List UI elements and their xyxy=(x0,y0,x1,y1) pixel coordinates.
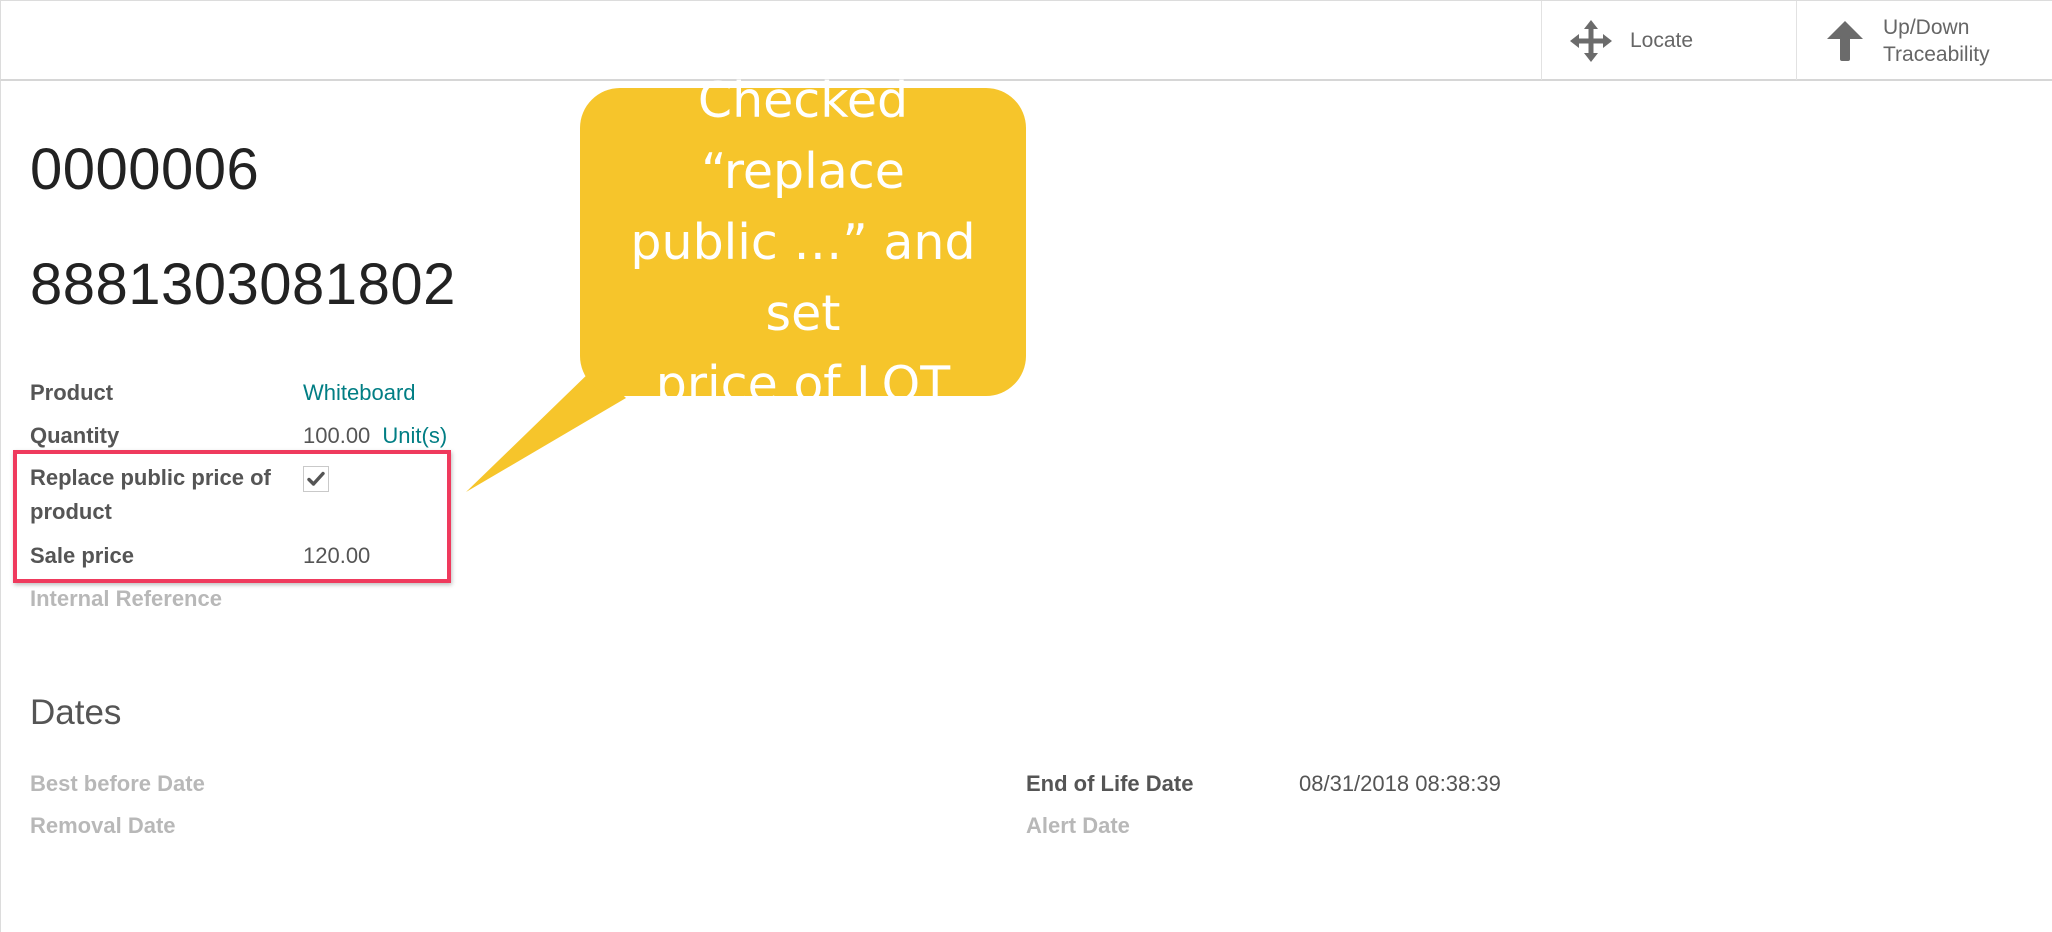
arrow-up-icon xyxy=(1827,20,1863,61)
end-of-life-date-label: End of Life Date xyxy=(1026,771,1194,796)
traceability-label: Up/Down Traceability xyxy=(1883,14,1990,68)
button-box: Locate Up/Down Traceability xyxy=(0,0,2052,81)
locate-button[interactable]: Locate xyxy=(1541,1,1797,80)
removal-date-field[interactable] xyxy=(303,809,703,843)
internal-reference-field[interactable] xyxy=(303,582,703,616)
move-arrows-icon xyxy=(1570,19,1612,62)
product-label: Product xyxy=(30,380,114,405)
lot-serial-number: 0000006 xyxy=(30,137,260,202)
alert-date-field[interactable] xyxy=(1299,809,1699,843)
quantity-unit-link[interactable]: Unit(s) xyxy=(382,423,447,448)
annotation-line3: price of LOT xyxy=(655,355,951,413)
quantity-label: Quantity xyxy=(30,423,120,448)
traceability-label-line1: Up/Down xyxy=(1883,15,1970,39)
highlight-frame xyxy=(13,450,451,583)
alert-date-label: Alert Date xyxy=(1026,813,1130,838)
up-down-traceability-button[interactable]: Up/Down Traceability xyxy=(1796,1,2052,80)
annotation-line1: Checked “replace xyxy=(697,71,909,200)
removal-date-label: Removal Date xyxy=(30,813,176,838)
quantity-value: 100.00 xyxy=(303,423,371,448)
traceability-label-line2: Traceability xyxy=(1883,42,1990,66)
internal-reference-label: Internal Reference xyxy=(30,586,222,611)
end-of-life-date-value[interactable]: 08/31/2018 08:38:39 xyxy=(1299,767,1501,801)
sheet-left-border xyxy=(0,81,1,932)
best-before-date-label: Best before Date xyxy=(30,771,205,796)
best-before-date-field[interactable] xyxy=(303,767,703,801)
quantity-value-group: 100.00 Unit(s) xyxy=(303,419,447,453)
dates-section-title: Dates xyxy=(30,693,122,732)
annotation-line2: public …” and set xyxy=(630,213,976,342)
lot-form-page: Locate Up/Down Traceability 0000006 8881… xyxy=(0,0,2052,932)
product-link[interactable]: Whiteboard xyxy=(303,376,416,410)
locate-label: Locate xyxy=(1630,28,1694,52)
annotation-callout: Checked “replace public …” and set price… xyxy=(580,72,1026,413)
barcode-value: 8881303081802 xyxy=(30,252,456,317)
